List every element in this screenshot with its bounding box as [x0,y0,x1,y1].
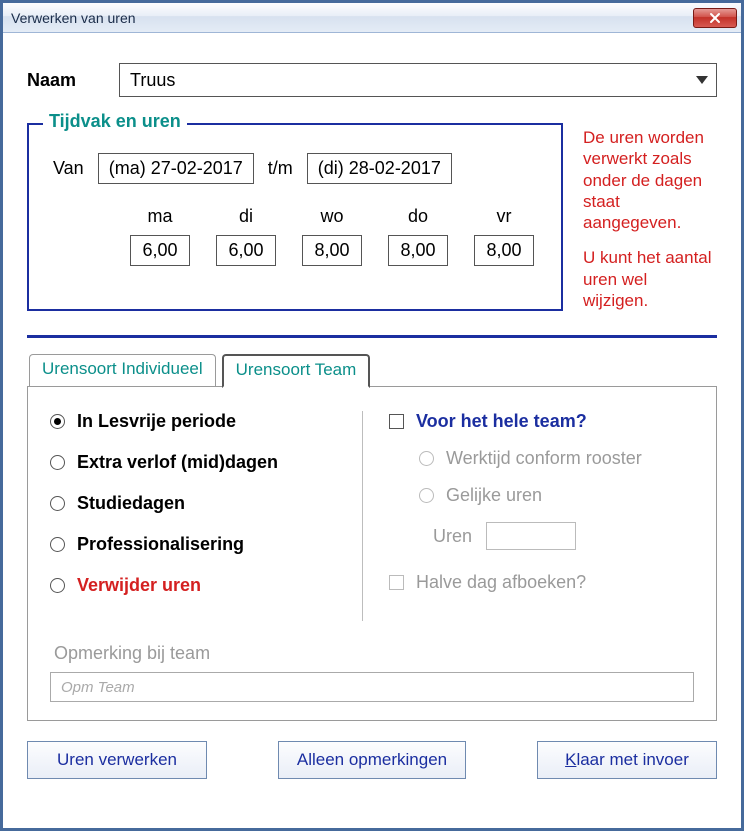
info-line1: De uren worden verwerkt zoals onder de d… [583,127,717,233]
panel-columns: In Lesvrije periode Extra verlof (mid)da… [50,411,694,621]
radio-label: Extra verlof (mid)dagen [77,452,278,473]
tab-panel-team: In Lesvrije periode Extra verlof (mid)da… [27,386,717,721]
label-tm: t/m [268,158,293,179]
checkbox-label: Voor het hele team? [416,411,587,432]
comment-input[interactable]: Opm Team [50,672,694,702]
mnemonic-k: K [565,750,576,769]
comment-label: Opmerking bij team [54,643,694,664]
radio-studiedagen[interactable]: Studiedagen [50,493,350,514]
team-options: Voor het hele team? Werktijd conform roo… [389,411,694,621]
radio-icon [50,578,65,593]
naam-value: Truus [130,70,175,91]
hours-wo-input[interactable]: 8,00 [302,235,362,266]
radio-verwijder-uren[interactable]: Verwijder uren [50,575,350,596]
info-line2: U kunt het aantal uren wel wijzigen. [583,247,717,311]
radio-icon [50,496,65,511]
comment-placeholder: Opm Team [61,679,135,696]
uren-input [486,522,576,550]
close-icon [709,12,721,24]
radio-icon [419,488,434,503]
titlebar: Verwerken van uren [3,3,741,33]
day-header-di: di [207,206,285,227]
naam-select[interactable]: Truus [119,63,717,97]
day-header-do: do [379,206,457,227]
dropdown-caret-icon [696,76,708,84]
window-title: Verwerken van uren [11,10,136,26]
bottom-buttons: Uren verwerken Alleen opmerkingen Klaar … [27,741,717,779]
radio-lesvrije-periode[interactable]: In Lesvrije periode [50,411,350,432]
hours-vr-input[interactable]: 8,00 [474,235,534,266]
radio-label: Werktijd conform rooster [446,448,642,469]
day-header-vr: vr [465,206,543,227]
checkbox-icon [389,414,404,429]
tab-individueel[interactable]: Urensoort Individueel [29,354,216,386]
vertical-divider [362,411,363,621]
close-button[interactable] [693,8,737,28]
hours-do-input[interactable]: 8,00 [388,235,448,266]
date-range-row: Van (ma) 27-02-2017 t/m (di) 28-02-2017 [53,153,543,184]
radio-icon [50,414,65,429]
radio-icon [419,451,434,466]
hours-di-input[interactable]: 6,00 [216,235,276,266]
radio-icon [50,455,65,470]
dialog-verwerken-uren: Verwerken van uren Naam Truus Tijdvak en… [0,0,744,831]
radio-gelijke-uren: Gelijke uren [419,485,694,506]
hours-ma-input[interactable]: 6,00 [130,235,190,266]
radio-label: Professionalisering [77,534,244,555]
radio-label: Gelijke uren [446,485,542,506]
urensoort-radios: In Lesvrije periode Extra verlof (mid)da… [50,411,350,621]
top-area: Tijdvak en uren Van (ma) 27-02-2017 t/m … [27,123,717,311]
day-header-ma: ma [121,206,199,227]
radio-label: Studiedagen [77,493,185,514]
fieldset-tijdvak: Tijdvak en uren Van (ma) 27-02-2017 t/m … [27,123,563,311]
label-van: Van [53,158,84,179]
klaar-rest: laar met invoer [576,750,688,769]
tabstrip: Urensoort Individueel Urensoort Team [29,354,717,386]
uren-verwerken-button[interactable]: Uren verwerken [27,741,207,779]
legend-tijdvak: Tijdvak en uren [43,111,187,132]
tab-team[interactable]: Urensoort Team [222,354,371,388]
checkbox-label: Halve dag afboeken? [416,572,586,593]
row-naam: Naam Truus [27,63,717,97]
radio-extra-verlof[interactable]: Extra verlof (mid)dagen [50,452,350,473]
radio-icon [50,537,65,552]
day-header-wo: wo [293,206,371,227]
date-to-input[interactable]: (di) 28-02-2017 [307,153,452,184]
separator [27,335,717,338]
uren-row: Uren [433,522,694,550]
label-naam: Naam [27,70,87,91]
client-area: Naam Truus Tijdvak en uren Van (ma) 27-0… [3,33,741,797]
checkbox-whole-team[interactable]: Voor het hele team? [389,411,694,432]
radio-conform-rooster: Werktijd conform rooster [419,448,694,469]
radio-professionalisering[interactable]: Professionalisering [50,534,350,555]
radio-label: In Lesvrije periode [77,411,236,432]
checkbox-halve-dag: Halve dag afboeken? [389,572,694,593]
date-from-input[interactable]: (ma) 27-02-2017 [98,153,254,184]
klaar-met-invoer-button[interactable]: Klaar met invoer [537,741,717,779]
info-text: De uren worden verwerkt zoals onder de d… [583,123,717,311]
uren-label: Uren [433,526,472,547]
checkbox-icon [389,575,404,590]
radio-label: Verwijder uren [77,575,201,596]
days-header-row: ma di wo do vr 6,00 6,00 8,00 8,00 8,00 [53,206,543,266]
alleen-opmerkingen-button[interactable]: Alleen opmerkingen [278,741,466,779]
